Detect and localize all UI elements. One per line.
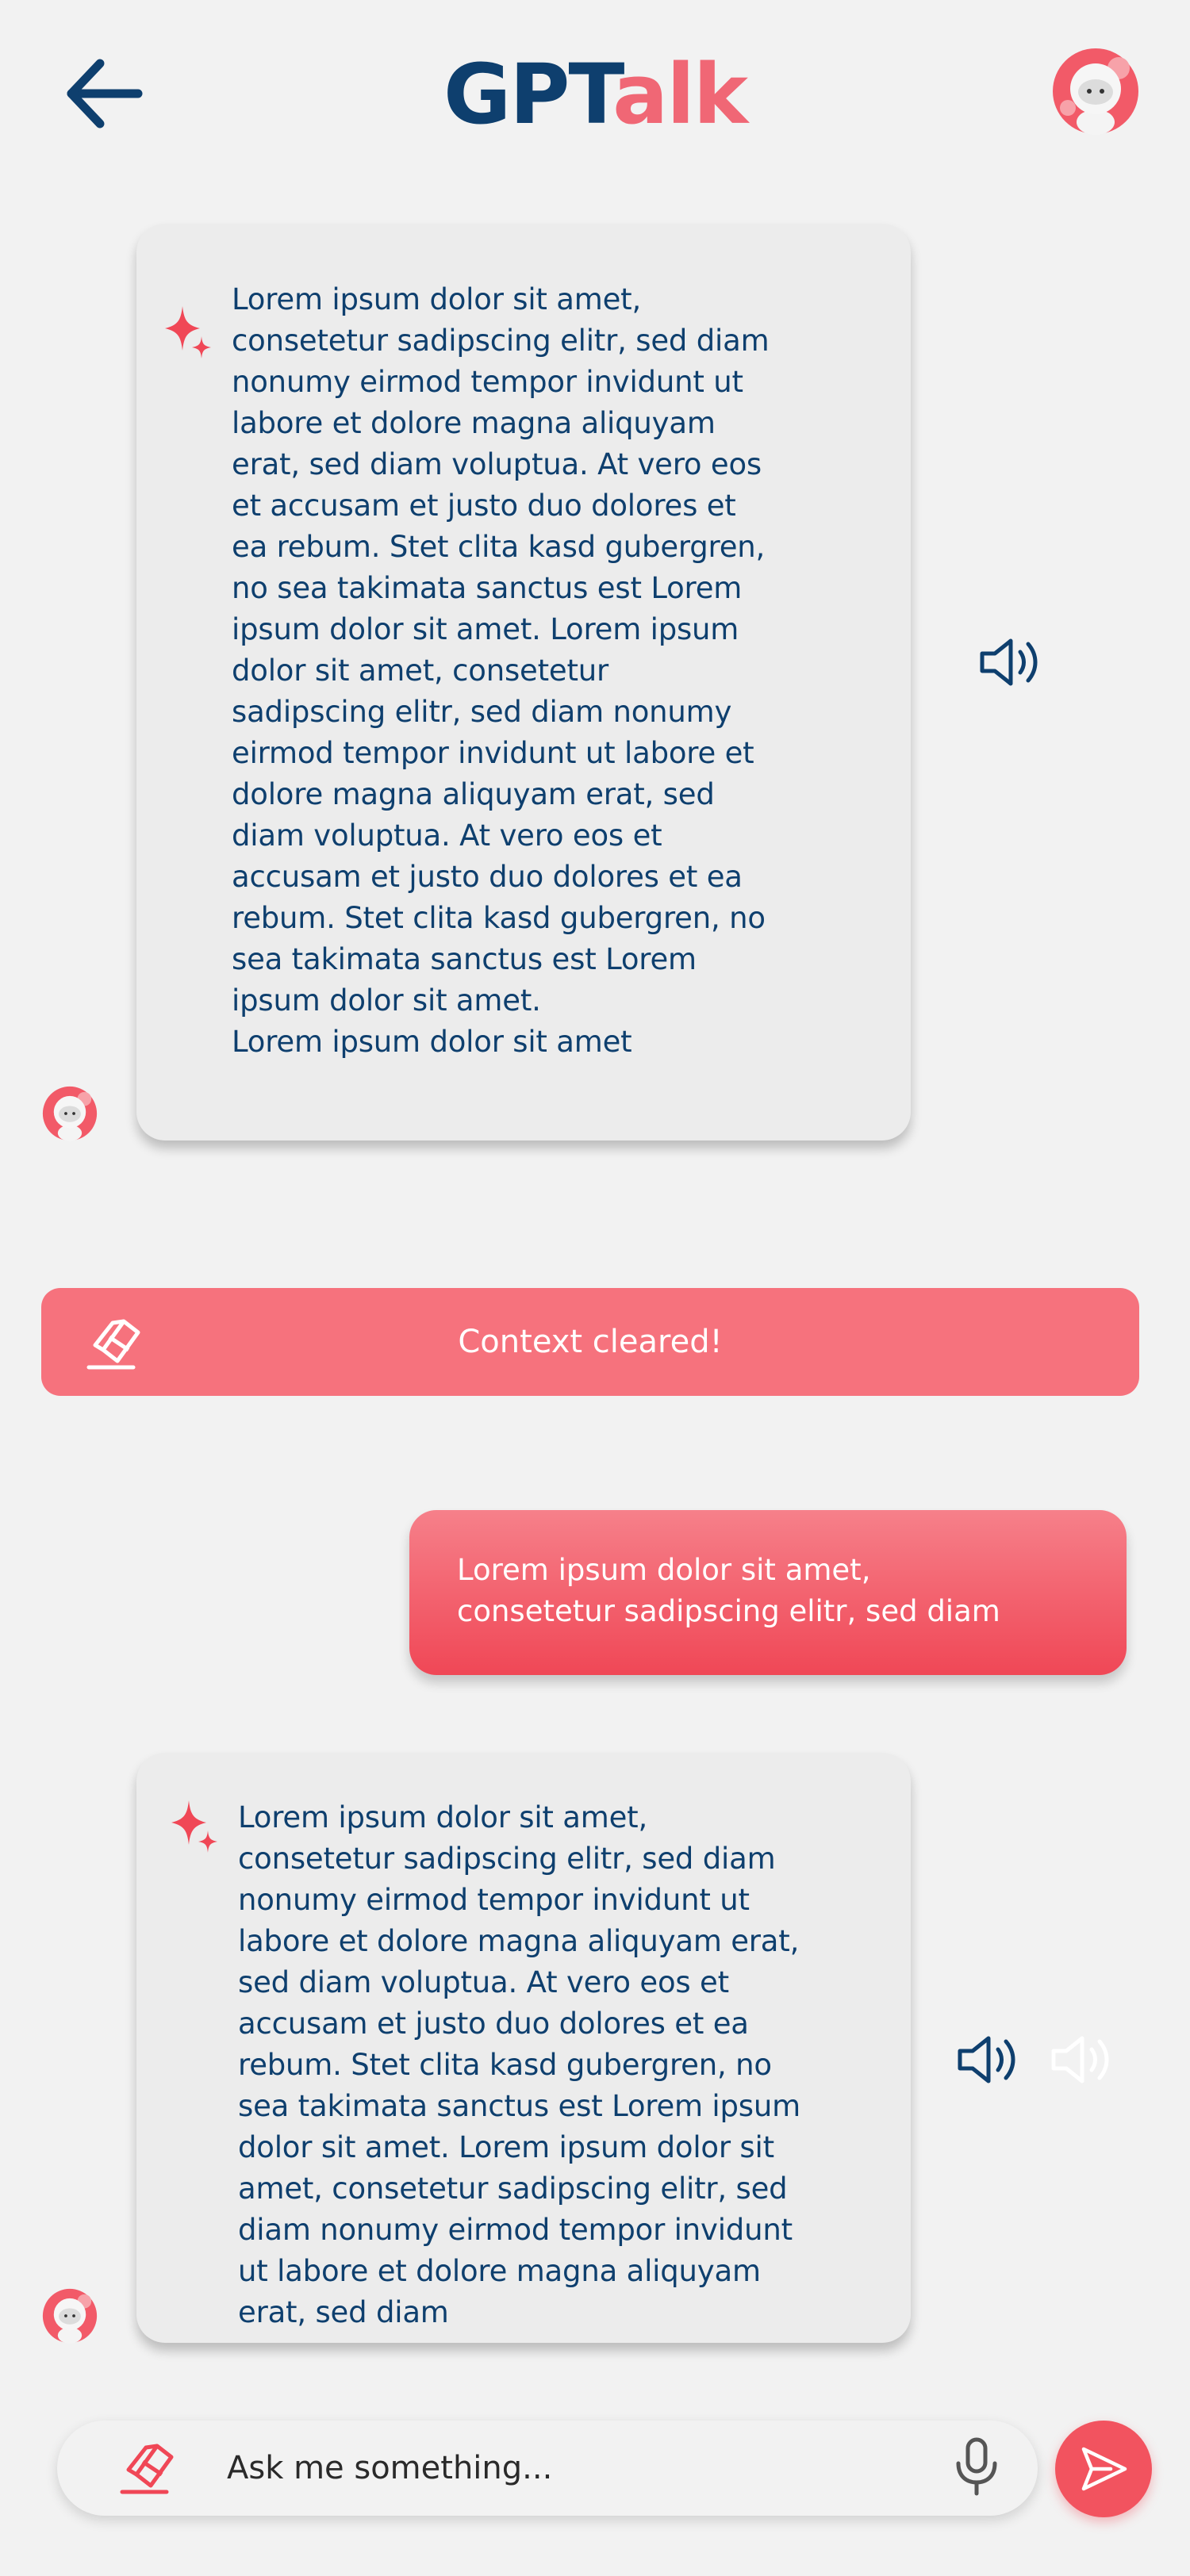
- app-header: GPTalk: [0, 0, 1190, 190]
- speaker-icon: [1051, 2036, 1109, 2083]
- speaker-button[interactable]: [957, 2034, 1020, 2086]
- microphone-icon: [956, 2437, 997, 2496]
- bot-avatar: [41, 1085, 98, 1142]
- message-input-bar: [57, 2421, 1038, 2516]
- banner-text: Context cleared!: [458, 1324, 723, 1360]
- app-logo: GPTalk: [0, 43, 1190, 146]
- send-icon: [1081, 2447, 1127, 2491]
- user-message-text: Lorem ipsum dolor sit amet, consetetur s…: [457, 1553, 1000, 1628]
- logo-part-talk: alk: [612, 46, 748, 143]
- speaker-button[interactable]: [979, 636, 1042, 688]
- bot-message-text: Lorem ipsum dolor sit amet, consetetur s…: [238, 1800, 800, 2329]
- logo-part-gpt: GPT: [443, 46, 614, 143]
- bot-avatar: [41, 2287, 98, 2344]
- microphone-button[interactable]: [954, 2436, 1000, 2497]
- eraser-icon: [120, 2444, 174, 2494]
- send-button[interactable]: [1055, 2421, 1152, 2517]
- bot-message: Lorem ipsum dolor sit amet, consetetur s…: [136, 224, 911, 1140]
- sparkle-icon: [171, 1800, 217, 1853]
- speaker-icon: [980, 638, 1038, 686]
- speaker-icon: [958, 2036, 1015, 2083]
- context-cleared-banner: Context cleared!: [41, 1288, 1139, 1396]
- bot-message: Lorem ipsum dolor sit amet, consetetur s…: [136, 1753, 911, 2343]
- robot-avatar-icon: [42, 1086, 98, 1141]
- clear-context-button[interactable]: [119, 2438, 175, 2495]
- profile-avatar[interactable]: [1050, 46, 1141, 136]
- user-message: Lorem ipsum dolor sit amet, consetetur s…: [409, 1510, 1127, 1675]
- robot-avatar-icon: [1053, 48, 1138, 135]
- robot-avatar-icon: [42, 2288, 98, 2344]
- sparkle-icon: [165, 306, 211, 358]
- bot-message-text: Lorem ipsum dolor sit amet, consetetur s…: [232, 282, 770, 1059]
- message-input[interactable]: [227, 2441, 814, 2495]
- speaker-muted-button[interactable]: [1050, 2034, 1114, 2086]
